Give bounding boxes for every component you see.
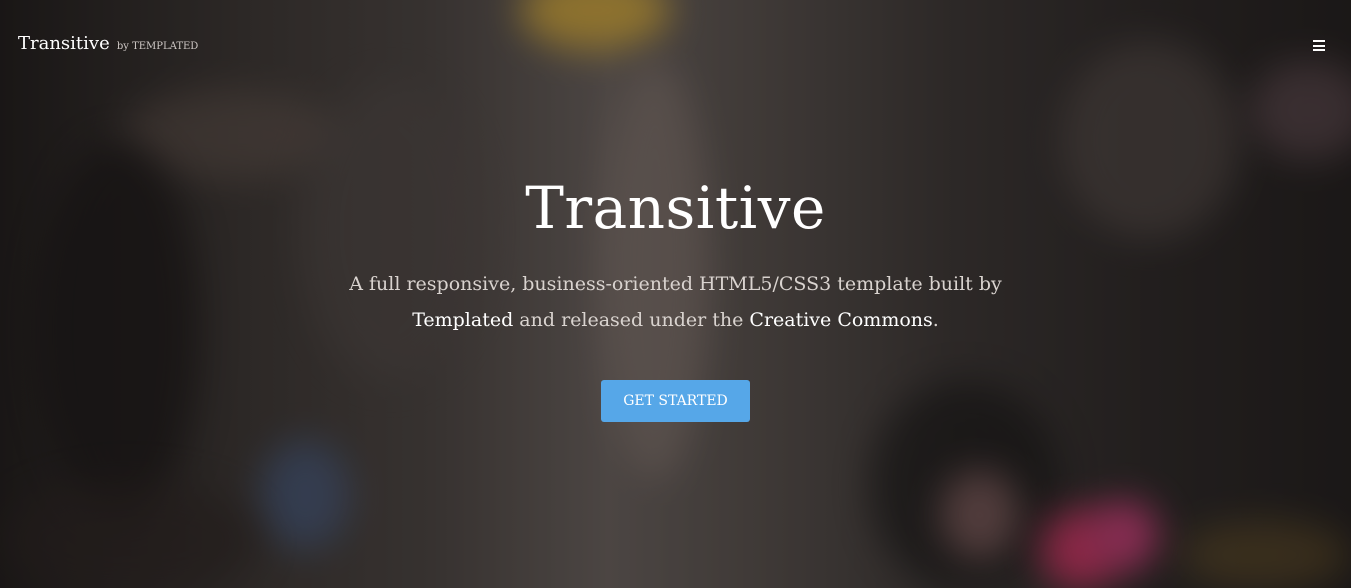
site-logo[interactable]: Transitive by TEMPLATED [18, 33, 198, 54]
tagline-text-2: and released under the [513, 309, 750, 331]
hero-title: Transitive [525, 174, 826, 242]
tagline-end: . [932, 309, 939, 331]
creative-commons-link[interactable]: Creative Commons [749, 309, 932, 331]
hero-tagline: A full responsive, business-oriented HTM… [326, 266, 1026, 338]
tagline-text-1: A full responsive, business-oriented HTM… [349, 273, 1002, 295]
templated-link[interactable]: Templated [412, 309, 513, 331]
site-header: Transitive by TEMPLATED [0, 0, 1351, 92]
hero-content: Transitive A full responsive, business-o… [0, 170, 1351, 422]
hamburger-menu-icon[interactable] [1313, 40, 1325, 51]
logo-name[interactable]: Transitive [18, 33, 110, 54]
get-started-button[interactable]: GET STARTED [601, 380, 750, 422]
logo-byline: by TEMPLATED [116, 41, 199, 52]
